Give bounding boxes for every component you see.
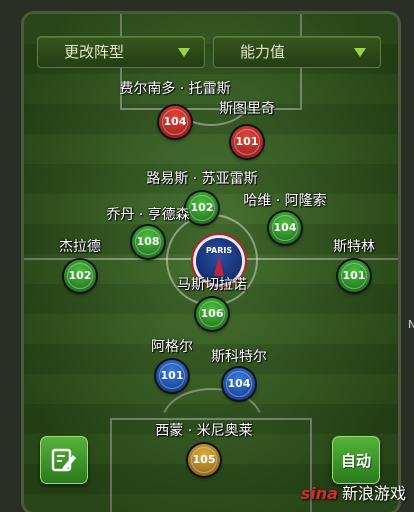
player-rating-badge[interactable]: 104: [269, 212, 301, 244]
attribute-dropdown-label: 能力值: [240, 43, 286, 61]
player-name: 西蒙 · 米尼奥莱: [155, 423, 253, 439]
sina-logo: sina: [300, 484, 338, 503]
edit-lineup-button[interactable]: [40, 436, 88, 484]
player-name: 斯特林: [333, 239, 375, 255]
formation-dropdown[interactable]: 更改阵型: [37, 36, 205, 68]
player-rating-badge[interactable]: 106: [196, 298, 228, 330]
edge-character: N: [408, 318, 414, 331]
player-rating-badge[interactable]: 102: [64, 260, 96, 292]
player-name: 路易斯 · 苏亚雷斯: [146, 171, 258, 187]
player-rating-badge[interactable]: 108: [132, 226, 164, 258]
formation-panel: 更改阵型 能力值 PARIS 费尔南多 · 托雷斯 104 斯图里奇 101 路…: [24, 14, 398, 512]
player-name: 斯图里奇: [219, 101, 275, 117]
player-rating-badge[interactable]: 101: [231, 126, 263, 158]
player-rating-badge[interactable]: 104: [223, 368, 255, 400]
player-rating-badge[interactable]: 105: [188, 444, 220, 476]
edit-lineup-icon: [51, 448, 76, 472]
watermark-text: 新浪游戏: [341, 484, 406, 503]
player-name: 乔丹 · 亨德森: [106, 207, 190, 223]
formation-dropdown-label: 更改阵型: [64, 43, 125, 61]
auto-lineup-button[interactable]: 自动: [332, 436, 380, 484]
player-name: 哈维 · 阿隆索: [243, 193, 327, 209]
player-name: 斯科特尔: [211, 349, 267, 365]
site-watermark: sina 新浪游戏: [301, 480, 406, 504]
chevron-down-icon: [354, 48, 366, 57]
player-rating-badge[interactable]: 101: [156, 360, 188, 392]
player-name: 马斯切拉诺: [177, 277, 247, 293]
player-rating-badge[interactable]: 102: [186, 192, 218, 224]
chevron-down-icon: [178, 48, 190, 57]
player-name: 费尔南多 · 托雷斯: [119, 81, 231, 97]
eiffel-tower-icon: [214, 256, 224, 276]
player-rating-badge[interactable]: 104: [159, 106, 191, 138]
player-name: 阿格尔: [151, 339, 193, 355]
player-rating-badge[interactable]: 101: [338, 260, 370, 292]
club-crest-text: PARIS: [205, 246, 233, 255]
attribute-dropdown[interactable]: 能力值: [213, 36, 381, 68]
auto-lineup-label: 自动: [340, 452, 371, 470]
player-name: 杰拉德: [59, 239, 101, 255]
